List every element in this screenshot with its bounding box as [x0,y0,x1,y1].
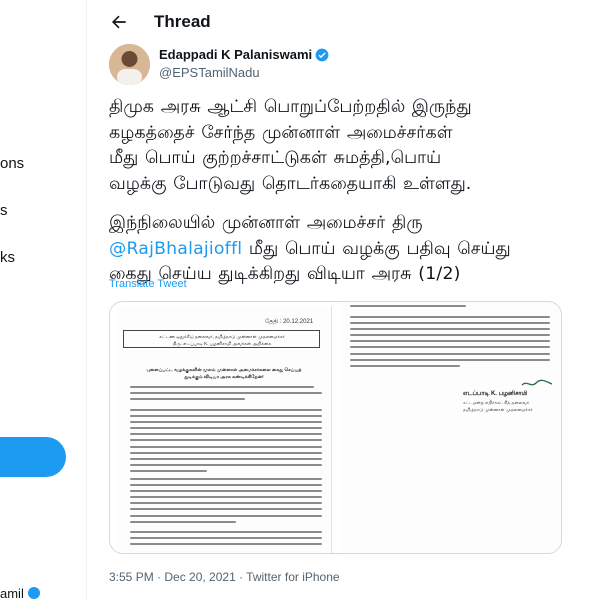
author-name[interactable]: Edappadi K Palaniswami [159,47,329,62]
back-button[interactable] [107,10,131,34]
back-arrow-icon [112,15,126,29]
sidebar: ons s ks amil [0,0,86,600]
statement-page-1: தேதி : 20.12.2021 கட்டண ஒதுக்கீடு தலைவர்… [116,306,332,553]
author-handle[interactable]: @EPSTamilNadu [159,65,260,80]
statement-page-2: எடப்பாடி K. பழனிசாமி சட்டமன்ற எதிர்க்கட்… [340,302,561,553]
tweet-line: இந்நிலையில் முன்னாள் அமைச்சர் திரு [109,213,423,233]
sidebar-item-more[interactable]: ks [0,249,15,266]
avatar[interactable] [109,44,150,85]
doc-header-line: கட்டண ஒதுக்கீடு தலைவர், தமிழ்நாடு முன்னா… [159,334,285,339]
signatory-title: சட்டமன்ற எதிர்க்கட்சித் தலைவர் [463,400,530,405]
verified-icon [315,48,329,62]
sidebar-item-lists[interactable]: ons [0,155,24,172]
sidebar-item-bookmarks[interactable]: s [0,202,8,219]
doc-header-box: கட்டண ஒதுக்கீடு தலைவர், தமிழ்நாடு முன்னா… [123,330,320,348]
tweet-line: கழகத்தைச் சேர்ந்த முன்னாள் அமைச்சர்கள் [109,122,453,143]
page-title: Thread [154,12,211,31]
tweet-line: மீது பொய் குற்றச்சாட்டுகள் சுமத்தி,பொய் [109,148,442,168]
sidebar-account-switcher[interactable]: amil [0,586,40,600]
doc-text-block [130,531,322,549]
doc-text-block [350,316,550,371]
account-name: amil [0,586,24,600]
mention-link[interactable]: @RajBhalajioffl [109,239,242,259]
signature-mark-icon [521,379,553,386]
sidebar-tweet-button[interactable] [0,437,66,477]
main-column: Thread Edappadi K Palaniswami @EPSTamilN… [86,0,600,600]
tweet-timestamp[interactable]: 3:55 PM · Dec 20, 2021 · Twitter for iPh… [109,570,340,584]
translate-tweet-link[interactable]: Translate Tweet [109,278,187,290]
signatory-name: எடப்பாடி K. பழனிசாமி [463,391,528,397]
tweet-line: வழக்கு போடுவது தொடர்கதையாகி உள்ளது. [109,173,472,194]
tweet-line-with-mention: @RajBhalajioffl மீது பொய் வழக்கு பதிவு ச… [109,237,589,263]
doc-text-block [130,386,322,404]
tweet-media-image[interactable]: தேதி : 20.12.2021 கட்டண ஒதுக்கீடு தலைவர்… [109,301,562,554]
thread-header: Thread [87,0,600,44]
doc-date: தேதி : 20.12.2021 [265,319,314,325]
doc-text-block [350,305,550,311]
avatar-image [109,44,150,85]
doc-text-block [130,478,322,527]
doc-heading: புனைப்பட்ட வழக்குகளின் மூலம் முன்னாள் அம… [146,367,302,379]
signatory-title: தமிழ்நாடு முன்னாள் முதலமைச்சர் [463,407,533,412]
author-name-text: Edappadi K Palaniswami [159,47,313,62]
doc-header-line: திரு. எடப்பாடி K. பழனிசாமி அவர்கள் அறிக்… [172,341,272,346]
tweet-text: திமுக அரசு ஆட்சி பொறுப்பேற்றதில் இருந்து… [109,95,589,288]
doc-text-block [130,409,322,476]
tweet-line: திமுக அரசு ஆட்சி பொறுப்பேற்றதில் இருந்து [109,97,472,117]
verified-badge-icon [27,587,40,599]
tweet-author: Edappadi K Palaniswami @EPSTamilNadu [109,44,589,88]
tweet-line-rest: மீது பொய் வழக்கு பதிவு செய்து [242,238,511,259]
